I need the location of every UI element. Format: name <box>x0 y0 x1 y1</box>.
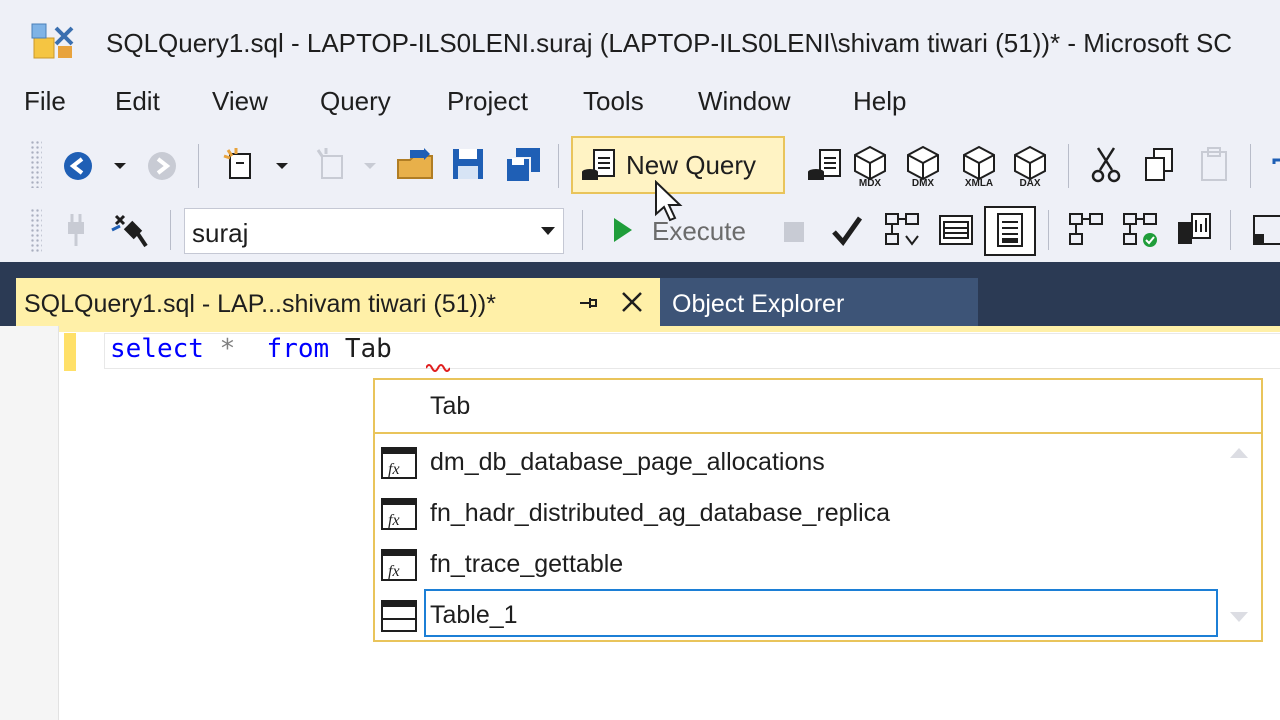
menu-project[interactable]: Project <box>447 86 528 117</box>
toolbar-separator <box>170 210 171 250</box>
new-query-icon <box>582 149 615 180</box>
changed-line-marker <box>64 333 76 371</box>
connect-icon[interactable] <box>62 212 90 248</box>
menu-window[interactable]: Window <box>698 86 790 117</box>
mouse-pointer-icon <box>655 180 683 222</box>
open-file-icon[interactable] <box>396 146 436 184</box>
star-operator: * <box>219 334 236 364</box>
list-item-label: fn_trace_gettable <box>430 550 624 578</box>
keyword-from: from <box>266 334 330 364</box>
back-dropdown-icon[interactable] <box>112 160 128 172</box>
table-function-icon: fx <box>381 447 417 479</box>
list-item[interactable]: fx fn_hadr_distributed_ag_database_repli… <box>380 491 1218 537</box>
keyword-select: select <box>110 334 204 364</box>
toolbar-separator <box>1250 144 1251 188</box>
table-icon <box>381 600 417 632</box>
toolbar-separator <box>558 144 559 188</box>
xmla-query-icon[interactable]: XMLA <box>957 144 1001 188</box>
menu-tools[interactable]: Tools <box>583 86 644 117</box>
table-function-icon: fx <box>381 549 417 581</box>
editor-gutter <box>0 326 59 720</box>
window-title: SQLQuery1.sql - LAPTOP-ILS0LENI.suraj (L… <box>106 28 1233 58</box>
intellisense-scrollbar[interactable] <box>1220 436 1258 638</box>
title-bar: SQLQuery1.sql - LAPTOP-ILS0LENI.suraj (L… <box>0 0 1280 84</box>
results-to-icon[interactable] <box>1250 212 1280 250</box>
list-item-label: fn_hadr_distributed_ag_database_replica <box>430 499 891 527</box>
database-engine-query-icon[interactable] <box>806 146 846 184</box>
scroll-up-icon[interactable] <box>1228 446 1250 460</box>
svg-text:fx: fx <box>388 563 400 580</box>
list-item[interactable]: fx fn_trace_gettable <box>380 542 1218 588</box>
toolbar-separator <box>1230 210 1231 250</box>
dmx-label: DMX <box>912 178 935 188</box>
new-project-dropdown-icon[interactable] <box>274 160 290 172</box>
change-connection-icon[interactable] <box>110 210 150 250</box>
query-options-icon[interactable] <box>936 210 976 250</box>
undo-icon[interactable] <box>1268 150 1280 182</box>
save-icon[interactable] <box>450 146 486 182</box>
tab-object-explorer-label: Object Explorer <box>672 290 845 318</box>
list-item-selected[interactable]: Table_1 <box>380 593 1218 639</box>
mdx-query-icon[interactable]: MDX <box>850 144 890 188</box>
dmx-query-icon[interactable]: DMX <box>903 144 943 188</box>
intellisense-filter-row <box>374 380 1262 434</box>
new-project-icon[interactable] <box>222 146 262 184</box>
new-query-label: New Query <box>626 150 757 180</box>
add-item-dropdown-icon[interactable] <box>362 160 378 172</box>
code-line-1[interactable]: select * from Tab <box>110 334 392 364</box>
list-item-label: dm_db_database_page_allocations <box>430 448 825 476</box>
error-squiggle <box>426 364 450 372</box>
menu-view[interactable]: View <box>212 86 268 117</box>
svg-text:fx: fx <box>388 461 400 478</box>
intellisense-typed-text: Tab <box>430 392 471 420</box>
scroll-down-icon[interactable] <box>1228 610 1250 624</box>
menu-file[interactable]: File <box>24 86 66 117</box>
live-query-statistics-icon[interactable] <box>1120 210 1160 250</box>
close-icon[interactable] <box>620 290 644 314</box>
ssms-app-icon <box>31 23 74 59</box>
list-item-label: Table_1 <box>430 601 518 629</box>
mdx-label: MDX <box>859 178 882 188</box>
xmla-label: XMLA <box>965 178 993 188</box>
toolbar-separator <box>582 210 583 250</box>
toolbar-separator <box>198 144 199 188</box>
menu-bar: File Edit View Query Project Tools Windo… <box>0 84 1280 124</box>
toolbar-separator <box>1068 144 1069 188</box>
menu-help[interactable]: Help <box>853 86 906 117</box>
dax-label: DAX <box>1019 178 1040 188</box>
list-item[interactable]: fx dm_db_database_page_allocations <box>380 440 1218 486</box>
identifier-tab: Tab <box>344 334 392 364</box>
menu-query[interactable]: Query <box>320 86 391 117</box>
include-actual-plan-icon[interactable] <box>1066 210 1106 250</box>
client-statistics-icon[interactable] <box>1174 210 1214 250</box>
toolbar-grip[interactable] <box>30 140 42 188</box>
copy-icon[interactable] <box>1142 146 1178 184</box>
cancel-query-icon[interactable] <box>782 220 806 244</box>
dax-query-icon[interactable]: DAX <box>1010 144 1050 188</box>
svg-text:fx: fx <box>388 512 400 529</box>
back-icon[interactable] <box>62 150 94 182</box>
paste-icon[interactable] <box>1196 146 1232 184</box>
tab-sqlquery1-label: SQLQuery1.sql - LAP...shivam tiwari (51)… <box>24 290 496 318</box>
save-all-icon[interactable] <box>504 146 544 184</box>
chevron-down-icon[interactable] <box>540 226 556 236</box>
add-item-icon[interactable] <box>312 146 352 184</box>
parse-checkmark-icon[interactable] <box>830 214 864 248</box>
pin-icon[interactable] <box>576 292 598 314</box>
forward-icon[interactable] <box>146 150 178 182</box>
toolbar-separator <box>1048 210 1049 250</box>
database-selected-value: suraj <box>192 218 249 248</box>
toolbar-grip[interactable] <box>30 208 42 252</box>
cut-icon[interactable] <box>1088 146 1124 184</box>
intellisense-enabled-icon <box>997 213 1023 247</box>
table-function-icon: fx <box>381 498 417 530</box>
menu-edit[interactable]: Edit <box>115 86 160 117</box>
execute-icon[interactable] <box>610 216 634 244</box>
display-estimated-plan-icon[interactable] <box>882 210 922 250</box>
